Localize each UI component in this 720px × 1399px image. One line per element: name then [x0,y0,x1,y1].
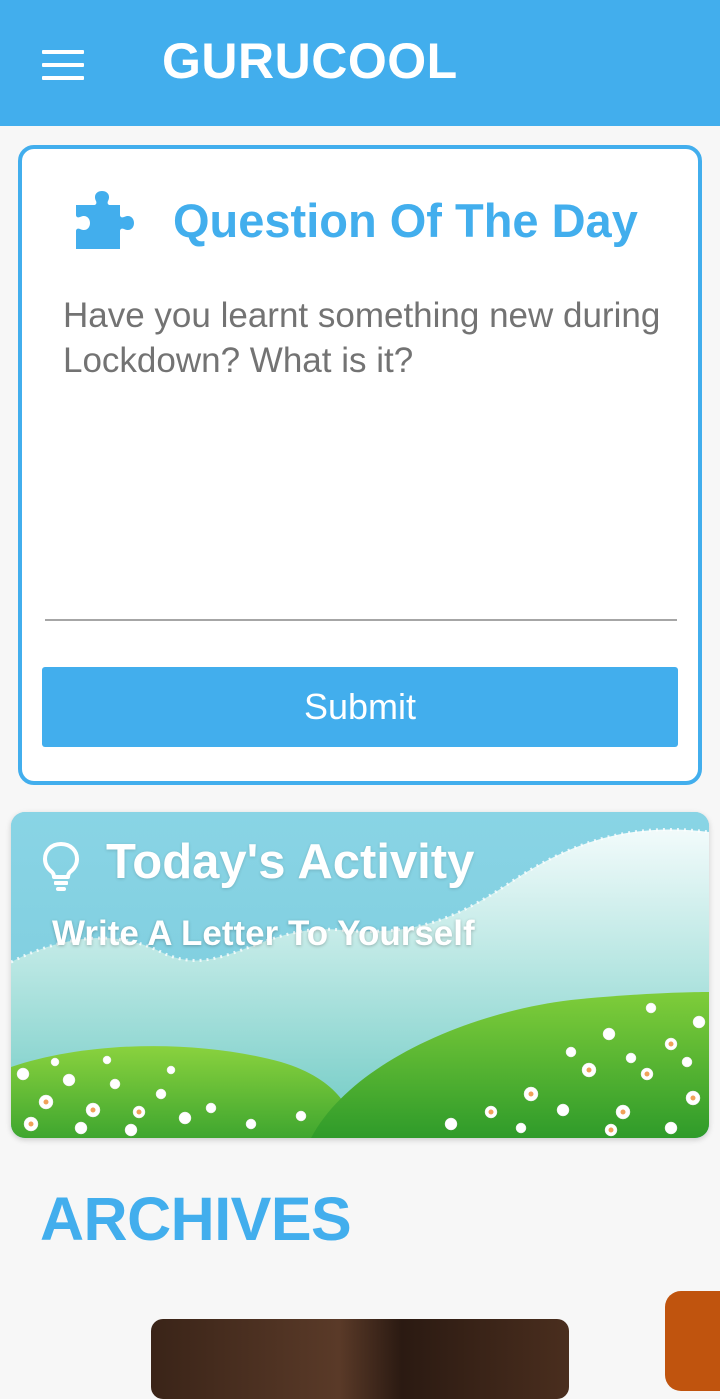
activity-title: Today's Activity [106,835,475,889]
question-of-the-day-title: Question Of The Day [173,194,638,247]
menu-button[interactable] [42,50,84,80]
hamburger-menu-icon [42,50,84,54]
answer-input[interactable] [45,293,677,621]
question-of-the-day-card: Question Of The Day Submit [18,145,702,785]
archives-heading: ARCHIVES [40,1185,352,1253]
app-bar: GURUCOOL [0,0,720,126]
archive-card[interactable] [151,1319,569,1399]
app-title: GURUCOOL [162,33,458,89]
lightbulb-icon [43,842,79,891]
submit-button[interactable]: Submit [42,667,678,747]
todays-activity-card[interactable]: Today's Activity Write A Letter To Yours… [11,812,709,1138]
activity-subtitle: Write A Letter To Yourself [52,914,475,953]
puzzle-piece-icon [76,191,134,249]
archive-card[interactable] [665,1291,720,1391]
